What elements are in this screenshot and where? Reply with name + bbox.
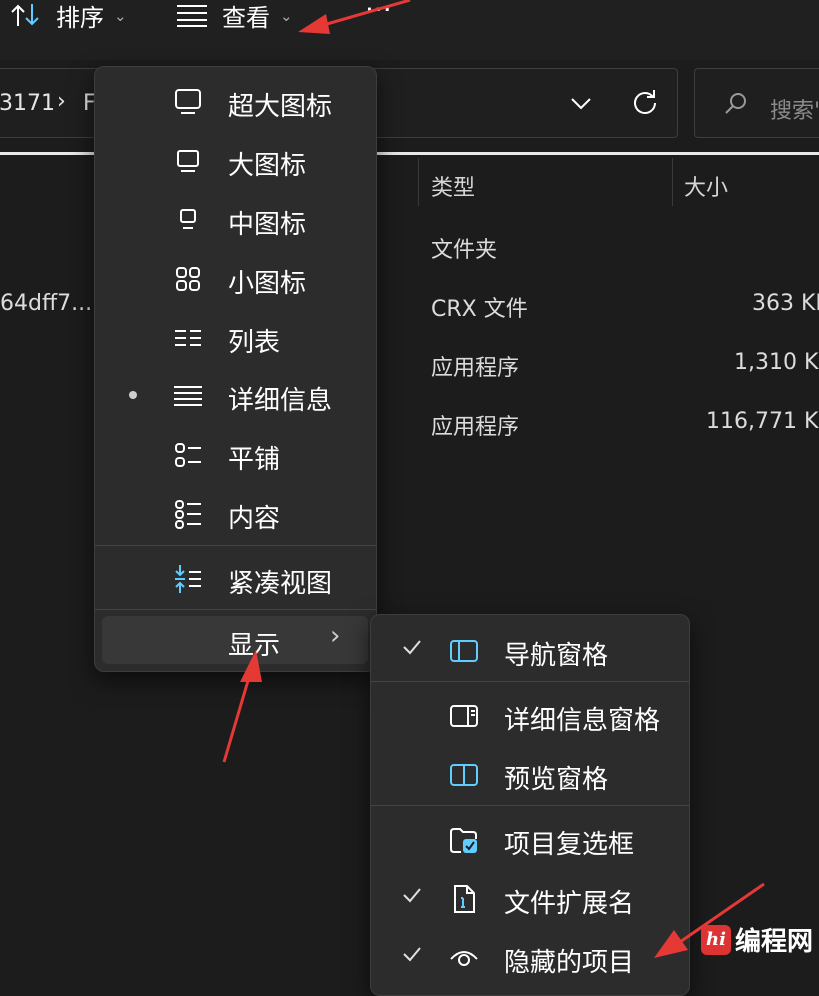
menu-item-compact-view[interactable]: 紧凑视图 bbox=[95, 550, 376, 606]
menu-separator bbox=[95, 609, 376, 610]
chevron-right-icon: › bbox=[330, 621, 341, 651]
menu-item-medium-icons[interactable]: 中图标 bbox=[95, 191, 376, 247]
extra-large-icons-icon bbox=[175, 89, 201, 114]
menu-item-tiles[interactable]: 平铺 bbox=[95, 426, 376, 482]
preview-pane-icon bbox=[450, 764, 478, 786]
search-icon bbox=[723, 91, 749, 117]
menu-separator bbox=[95, 545, 376, 546]
breadcrumb-separator: › bbox=[57, 89, 66, 114]
selected-indicator bbox=[129, 391, 137, 399]
menu-separator bbox=[371, 681, 689, 682]
menu-item-label: 文件扩展名 bbox=[504, 889, 635, 919]
file-type: 应用程序 bbox=[431, 356, 520, 381]
file-type: 应用程序 bbox=[431, 415, 520, 440]
menu-item-label: 导航窗格 bbox=[504, 641, 609, 671]
refresh-icon[interactable] bbox=[631, 89, 659, 117]
menu-item-label: 大图标 bbox=[228, 151, 307, 181]
file-extension-icon bbox=[454, 885, 475, 913]
column-header-type[interactable]: 类型 bbox=[431, 170, 475, 202]
chevron-down-icon: ⌄ bbox=[114, 7, 127, 25]
logo-text: 编程网 bbox=[734, 927, 813, 957]
menu-item-item-checkboxes[interactable]: 项目复选框 bbox=[371, 811, 689, 867]
item-checkbox-icon bbox=[450, 828, 477, 853]
compact-view-icon bbox=[175, 565, 201, 593]
menu-item-navigation-pane[interactable]: 导航窗格 bbox=[371, 622, 689, 678]
sort-button[interactable]: 排序 ⌄ bbox=[10, 0, 127, 32]
column-separator[interactable] bbox=[418, 158, 419, 206]
breadcrumb-segment[interactable]: 3171 bbox=[0, 91, 55, 116]
menu-item-content[interactable]: 内容 bbox=[95, 485, 376, 541]
hidden-items-icon bbox=[450, 951, 478, 966]
details-pane-icon bbox=[450, 705, 478, 727]
file-size: 363 KB bbox=[752, 291, 819, 316]
menu-item-label: 超大图标 bbox=[228, 92, 333, 122]
file-size: 116,771 KB bbox=[706, 409, 819, 434]
watermark-logo: hi 编程网 bbox=[700, 921, 813, 958]
menu-item-label: 内容 bbox=[228, 504, 281, 534]
check-icon bbox=[403, 888, 421, 903]
menu-item-label: 预览窗格 bbox=[504, 765, 609, 795]
menu-item-label: 紧凑视图 bbox=[228, 569, 333, 599]
annotation-arrow bbox=[222, 650, 262, 763]
menu-item-preview-pane[interactable]: 预览窗格 bbox=[371, 746, 689, 802]
menu-item-small-icons[interactable]: 小图标 bbox=[95, 250, 376, 306]
large-icons-icon bbox=[177, 150, 199, 172]
menu-item-list[interactable]: 列表 bbox=[95, 309, 376, 365]
small-icons-icon bbox=[176, 267, 200, 291]
menu-item-large-icons[interactable]: 大图标 bbox=[95, 132, 376, 188]
chevron-down-icon[interactable] bbox=[569, 91, 593, 115]
content-icon bbox=[175, 500, 201, 529]
view-button[interactable]: 查看 ⌄ bbox=[176, 0, 293, 32]
menu-item-label: 中图标 bbox=[228, 210, 307, 240]
menu-item-label: 详细信息 bbox=[228, 386, 333, 416]
medium-icons-icon bbox=[180, 209, 196, 229]
menu-item-extra-large-icons[interactable]: 超大图标 bbox=[95, 73, 376, 129]
menu-item-details-pane[interactable]: 详细信息窗格 bbox=[371, 687, 689, 743]
menu-item-label: 列表 bbox=[228, 328, 281, 358]
logo-mark: hi bbox=[700, 924, 731, 955]
details-icon bbox=[174, 386, 202, 406]
view-icon bbox=[177, 5, 207, 27]
search-box[interactable]: 搜索' bbox=[694, 68, 819, 138]
annotation-arrow bbox=[298, 0, 411, 34]
column-separator[interactable] bbox=[672, 158, 673, 206]
navigation-pane-icon bbox=[450, 640, 478, 662]
file-name[interactable]: 64dff7.... bbox=[0, 291, 99, 316]
menu-item-label: 详细信息窗格 bbox=[504, 706, 661, 736]
sort-icon bbox=[11, 4, 39, 26]
view-menu: 超大图标 大图标 中图标 小图标 列表 详细信息 平铺 内容 紧凑视图 显示 › bbox=[94, 66, 377, 672]
check-icon bbox=[403, 640, 421, 655]
file-type: 文件夹 bbox=[431, 238, 498, 263]
menu-separator bbox=[371, 805, 689, 806]
view-label: 查看 bbox=[222, 3, 270, 32]
menu-item-details[interactable]: 详细信息 bbox=[95, 367, 376, 423]
menu-item-label: 平铺 bbox=[228, 445, 281, 475]
menu-item-label: 隐藏的项目 bbox=[504, 948, 635, 978]
search-placeholder: 搜索' bbox=[770, 99, 819, 124]
list-icon bbox=[175, 330, 201, 346]
file-size: 1,310 KB bbox=[734, 350, 819, 375]
menu-item-label: 项目复选框 bbox=[504, 830, 635, 860]
menu-item-label: 小图标 bbox=[228, 269, 307, 299]
tiles-icon bbox=[175, 443, 201, 467]
sort-label: 排序 bbox=[56, 3, 104, 32]
file-type: CRX 文件 bbox=[431, 297, 528, 322]
column-header-size[interactable]: 大小 bbox=[684, 170, 728, 202]
